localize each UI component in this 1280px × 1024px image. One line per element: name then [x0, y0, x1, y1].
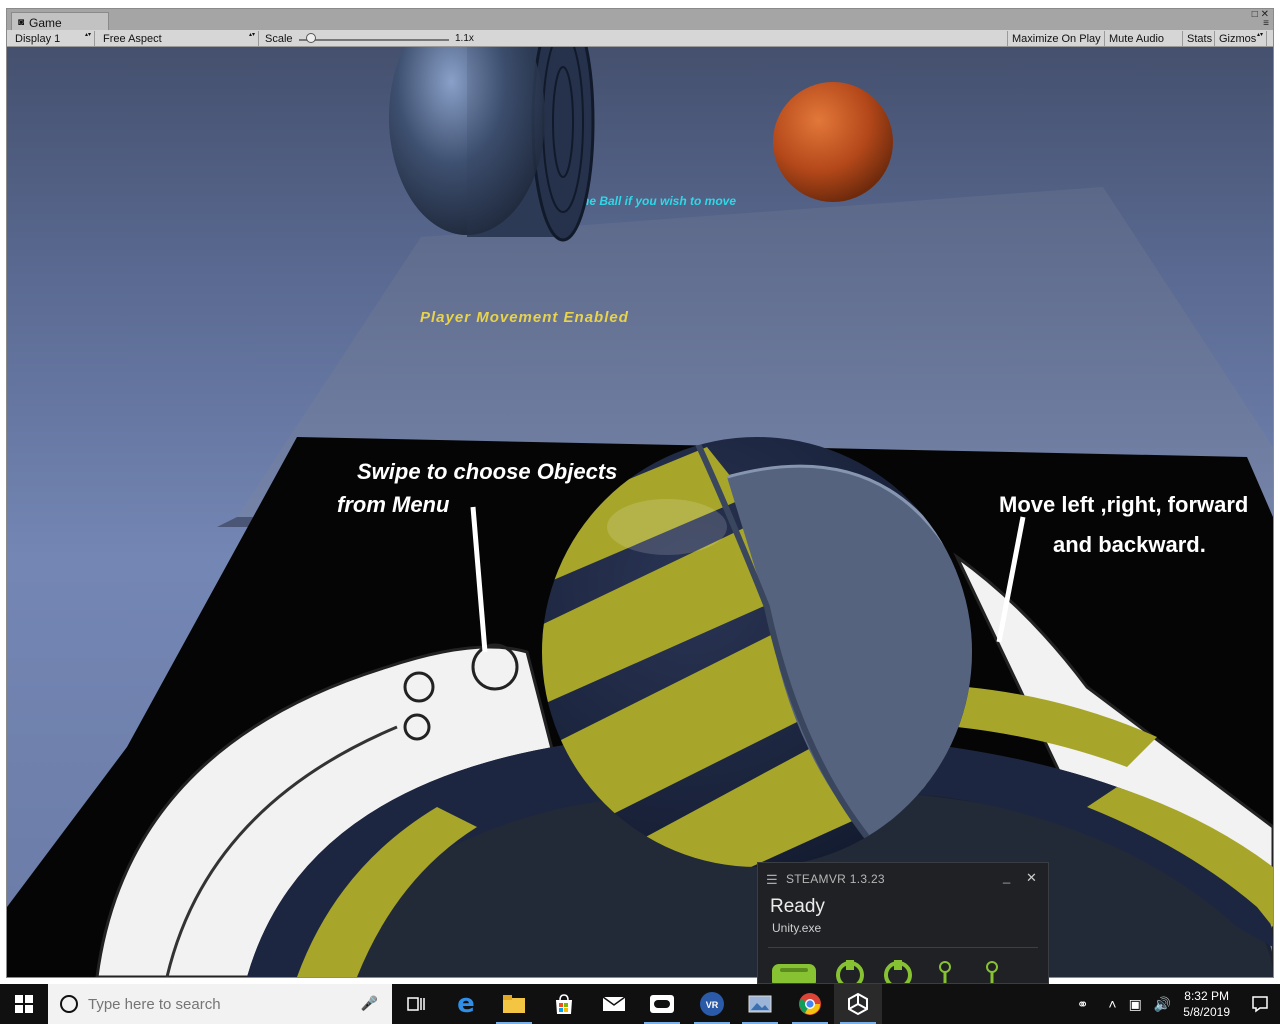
mute-audio-toggle[interactable]: Mute Audio — [1105, 31, 1183, 46]
scale-slider-track[interactable] — [299, 39, 449, 41]
steamvr-status: Ready — [770, 896, 825, 917]
tab-menu-icon[interactable]: ≡ — [1263, 19, 1269, 29]
minimize-button[interactable]: _ — [1003, 869, 1010, 884]
tab-game[interactable]: ◙ Game — [11, 12, 109, 30]
callout-right-line1: Move left ,right, forward — [999, 492, 1248, 517]
stats-label: Stats — [1187, 32, 1213, 45]
status-text: Player Movement Enabled — [420, 309, 629, 326]
photos-icon[interactable] — [736, 984, 784, 1024]
steamvr-app-name: Unity.exe — [772, 921, 822, 935]
scale-label: Scale — [265, 32, 293, 45]
orange-ball — [773, 82, 893, 202]
search-input[interactable] — [88, 995, 348, 1013]
close-button[interactable]: ✕ — [1026, 870, 1037, 886]
aspect-dropdown[interactable]: Free Aspect — [99, 31, 259, 46]
gizmos-dropdown[interactable]: Gizmos — [1215, 31, 1267, 46]
chrome-icon[interactable] — [786, 984, 834, 1024]
controller-icon — [986, 961, 998, 983]
cortana-icon — [60, 995, 78, 1013]
game-viewport[interactable]: he Ball if you wish to move Player Movem… — [7, 47, 1273, 977]
tab-game-label: Game — [29, 15, 62, 30]
display-dropdown-label: Display 1 — [15, 32, 61, 45]
clock[interactable]: 8:32 PM 5/8/2019 — [1183, 988, 1230, 1020]
callout-left-line1: Swipe to choose Objects — [357, 459, 617, 484]
file-explorer-icon[interactable] — [490, 984, 538, 1024]
search-box[interactable]: 🎤 — [48, 984, 392, 1024]
scene-render: he Ball if you wish to move Player Movem… — [7, 47, 1273, 977]
edge-icon[interactable]: e — [442, 984, 490, 1024]
network-icon[interactable]: ▣ — [1129, 996, 1142, 1013]
aspect-dropdown-label: Free Aspect — [103, 32, 162, 45]
pacman-icon: ◙ — [18, 17, 25, 28]
callout-right-line2: and backward. — [1053, 532, 1206, 557]
stats-toggle[interactable]: Stats — [1183, 31, 1215, 46]
volume-icon[interactable]: 🔊 — [1154, 996, 1171, 1013]
base-station-icon — [836, 960, 864, 983]
steamvr-device-icons — [772, 960, 998, 983]
store-icon[interactable] — [540, 984, 588, 1024]
scale-slider-thumb[interactable] — [306, 33, 316, 43]
tab-bar: ◙ Game □ ✕ ≡ — [7, 9, 1273, 30]
gizmos-label: Gizmos — [1219, 32, 1257, 45]
steamvr-title: STEAMVR 1.3.23 — [786, 872, 885, 886]
taskbar: 🎤 e VR ⚭ ˄ ▣ 🔊 8:32 PM 5/8/2019 — [0, 984, 1280, 1024]
game-toolbar: Display 1 Free Aspect Scale 1.1x Maximiz… — [7, 30, 1273, 47]
maximize-on-play-label: Maximize On Play — [1012, 32, 1101, 45]
vr-icon[interactable]: VR — [688, 984, 736, 1024]
mail-icon[interactable] — [590, 984, 638, 1024]
task-view-icon[interactable] — [392, 984, 440, 1024]
mute-audio-label: Mute Audio — [1109, 32, 1165, 45]
action-center-icon[interactable] — [1240, 995, 1280, 1013]
chevron-up-icon[interactable]: ˄ — [1108, 996, 1116, 1012]
unity-icon[interactable] — [834, 984, 882, 1024]
hamburger-menu-icon[interactable]: ☰ — [766, 872, 778, 888]
callout-left-line2: from Menu — [337, 492, 450, 517]
people-icon[interactable]: ⚭ — [1077, 996, 1089, 1013]
scale-value-label: 1.1x — [455, 33, 474, 44]
game-window: ◙ Game □ ✕ ≡ Display 1 Free Aspect Scale… — [6, 8, 1274, 978]
clock-time: 8:32 PM — [1184, 989, 1229, 1003]
microphone-icon[interactable]: 🎤 — [361, 995, 378, 1012]
oculus-icon[interactable] — [638, 984, 686, 1024]
clock-date: 5/8/2019 — [1183, 1005, 1230, 1019]
system-tray: ⚭ ˄ ▣ 🔊 8:32 PM 5/8/2019 — [1071, 984, 1280, 1024]
maximize-on-play-toggle[interactable]: Maximize On Play — [1007, 31, 1105, 46]
windows-icon — [15, 995, 33, 1013]
base-station-icon — [884, 960, 912, 983]
start-button[interactable] — [0, 984, 48, 1024]
steamvr-window: ☰ STEAMVR 1.3.23 _ ✕ Ready Unity.exe — [757, 862, 1049, 984]
display-dropdown[interactable]: Display 1 — [11, 31, 95, 46]
window-controls: □ ✕ ≡ — [1252, 10, 1269, 29]
instruction-text: he Ball if you wish to move — [582, 194, 736, 208]
controller-icon — [939, 961, 951, 983]
headset-icon — [772, 964, 816, 983]
svg-text:VR: VR — [706, 1000, 719, 1010]
scale-value: 1.1x — [451, 31, 501, 46]
steamvr-divider — [768, 947, 1038, 948]
